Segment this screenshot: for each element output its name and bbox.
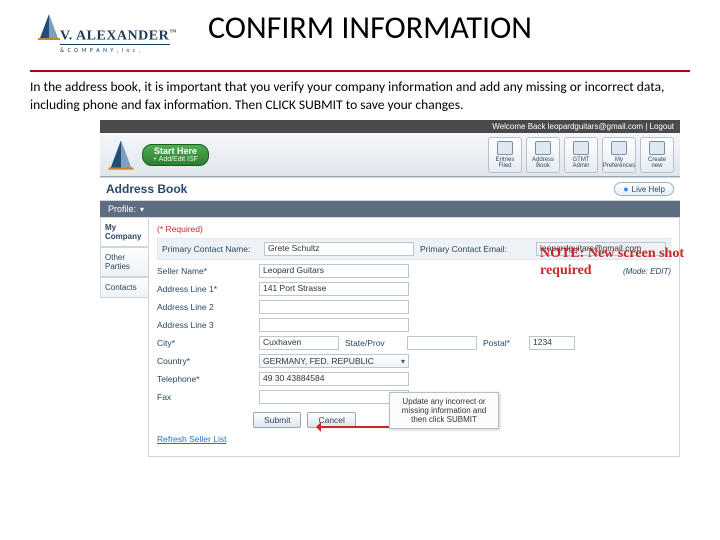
brand-name: V. ALEXANDER™	[60, 28, 177, 45]
fax-label: Fax	[157, 392, 253, 402]
start-here-sub: + Add/Edit ISF	[153, 156, 198, 163]
addr1-label: Address Line 1*	[157, 284, 253, 294]
title-underline	[30, 70, 690, 72]
start-here-label: Start Here	[154, 147, 197, 156]
book-icon	[535, 141, 551, 155]
addr2-label: Address Line 2	[157, 302, 253, 312]
toolbar-logo-icon	[106, 138, 136, 172]
country-select[interactable]: GERMANY, FED. REPUBLIC	[259, 354, 409, 368]
tab-my-company[interactable]: My Company	[100, 217, 148, 247]
toolbar-entries-filed[interactable]: Entries Filed	[488, 137, 522, 173]
tab-other-parties[interactable]: Other Parties	[100, 247, 148, 277]
start-here-button[interactable]: Start Here + Add/Edit ISF	[142, 144, 209, 166]
fax-field[interactable]	[259, 390, 409, 404]
app-screenshot: Welcome Back leopardguitars@gmail.com | …	[100, 120, 680, 457]
required-note: (* Required)	[157, 224, 671, 234]
refresh-seller-list-link[interactable]: Refresh Seller List	[157, 434, 671, 444]
admin-icon	[573, 141, 589, 155]
phone-label: Telephone*	[157, 374, 253, 384]
state-field[interactable]	[407, 336, 477, 350]
addr3-field[interactable]	[259, 318, 409, 332]
seller-name-label: Seller Name*	[157, 266, 253, 276]
side-tabs: My Company Other Parties Contacts	[100, 217, 148, 457]
tab-contacts[interactable]: Contacts	[100, 277, 148, 298]
city-label: City*	[157, 338, 253, 348]
toolbar-address-book[interactable]: Address Book	[526, 137, 560, 173]
primary-contact-name-label: Primary Contact Name:	[162, 244, 258, 254]
postal-label: Postal*	[483, 338, 523, 348]
brand-logo: V. ALEXANDER™ & C O M P A N Y , I n c .	[30, 14, 190, 68]
annotation-note: NOTE: New screen shot required	[540, 246, 712, 280]
sail-icon	[36, 12, 62, 47]
callout-arrow-icon	[317, 426, 389, 428]
state-label: State/Prov	[345, 338, 401, 348]
section-title: Address Book	[106, 182, 614, 196]
toolbar-create-new[interactable]: Create new	[640, 137, 674, 173]
chevron-down-icon[interactable]: ▾	[140, 205, 144, 214]
page-title: CONFIRM INFORMATION	[190, 8, 690, 47]
app-toolbar: Start Here + Add/Edit ISF Entries Filed …	[100, 133, 680, 177]
callout-tooltip: Update any incorrect or missing informat…	[389, 392, 499, 429]
country-label: Country*	[157, 356, 253, 366]
primary-contact-email-label: Primary Contact Email:	[420, 244, 530, 254]
toolbar-gtmt-admin[interactable]: GTMT Admin	[564, 137, 598, 173]
profile-label: Profile:	[108, 204, 136, 214]
addr3-label: Address Line 3	[157, 320, 253, 330]
gear-icon	[611, 141, 627, 155]
intro-text: In the address book, it is important tha…	[30, 78, 690, 114]
submit-button[interactable]: Submit	[253, 412, 301, 428]
addr1-field[interactable]: 141 Port Strasse	[259, 282, 409, 296]
app-welcome-bar: Welcome Back leopardguitars@gmail.com | …	[100, 120, 680, 133]
folder-icon	[497, 141, 513, 155]
phone-field[interactable]: 49 30 43884584	[259, 372, 409, 386]
toolbar-my-preferences[interactable]: My Preferences	[602, 137, 636, 173]
plus-icon	[649, 141, 665, 155]
seller-name-field[interactable]: Leopard Guitars	[259, 264, 409, 278]
live-help-button[interactable]: Live Help	[614, 182, 674, 196]
postal-field[interactable]: 1234	[529, 336, 575, 350]
city-field[interactable]: Cuxhaven	[259, 336, 339, 350]
section-header: Address Book Live Help	[100, 177, 680, 201]
brand-divider	[60, 44, 170, 45]
profile-bar: Profile: ▾	[100, 201, 680, 217]
primary-contact-name-field[interactable]: Grete Schultz	[264, 242, 414, 256]
brand-sub: & C O M P A N Y , I n c .	[60, 46, 141, 54]
addr2-field[interactable]	[259, 300, 409, 314]
